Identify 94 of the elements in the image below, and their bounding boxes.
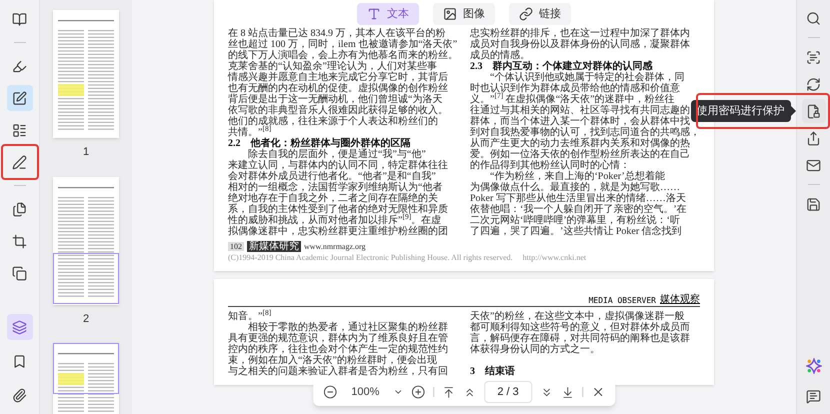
feedback-icon[interactable] [806,388,821,404]
text-line: 的线下万人演唱会，会上亦有为他慕名而来的粉丝。 [228,50,458,61]
text-line: 也有无酬的内在动机的促使。虚拟偶像的创作粉丝 [228,83,449,94]
text-line: 都可顺利得知这些符号的意义，但对群体外成员而 [470,322,691,333]
text-line: 了四遍，哭了四遍。’这些共情让 Poker 信念找到 [470,226,683,237]
text-line: 成员的情感。 [470,50,530,61]
text-line: 往通过与其相关的网站、社区等寻找有共同志趣的 [470,105,691,116]
section-heading: 2.3 群内互动：个体建立对群体的认同感 [470,61,654,72]
text-line: “个体认识到他或她属于特定的社会群体，同 [490,72,686,83]
text-line: 他们的成就感，往往来源于个人表达和粉丝们的 [228,116,439,127]
zoom-in-icon[interactable] [411,385,426,399]
text-line: 言，解码便存在障碍，对共同符码的阐释也是该群 [470,333,691,344]
mode-tab[interactable]: 链接 [509,3,571,25]
last-page-icon[interactable] [560,386,574,398]
tooltip-pointer [790,106,796,116]
text-line: 天依”的粉丝，在这些文本中，虚拟偶像迷群一般 [470,311,686,322]
mode-tab[interactable]: 文本 [357,3,419,25]
text-line: 控内的秩序，往往也会对个体产生一定的规范性约 [228,344,449,355]
share-icon[interactable] [806,130,821,146]
zoom-level[interactable]: 100% [345,384,386,400]
text-line: 知音。”$^{[8]}$ [228,311,272,322]
text-line: 依写歌的非典型音乐人很难因此获得足够的收入。 [228,105,449,116]
text-icon [367,7,381,21]
section-heading: 2.2 他者化：粉丝群体与圈外群体的区隔 [228,138,412,149]
first-page-icon[interactable] [442,386,456,398]
stacked-pages-icon [12,266,27,280]
text-line: 除去自我的层面外，便是通过“我”与“他” [248,149,427,160]
highlighter-icon [12,58,27,74]
text-line: 系，自我的主体性受到了他者的绝对无限性和异质 [228,204,449,215]
text-line: 会对群体外成员进行他者化。“他者”是和“自我” [228,171,436,182]
text-line: 成员对自我身份以及群体身份的认同感，凝聚群体 [470,39,691,50]
section-heading: 3 结束语 [470,366,516,377]
pages-icon [12,202,27,216]
text-line: 克莱舍基的“认知盈余”理论认为，人们对某些事 [228,61,437,72]
journal-name: 新媒体研究 [247,241,301,252]
layers-tool[interactable] [6,314,32,340]
text-line: 共情。”$^{[8]}$ [228,127,272,138]
journal-website: www.nmrmagz.org [304,242,366,251]
text-line: 体获得身份认同的方式之一。 [470,344,601,355]
book-icon [12,12,27,26]
locked-file-icon [806,104,821,118]
copyright-notice: (C)1994-2019 China Academic Journal Electronic Publishing House. All rights reserved. [228,252,513,263]
mail-icon[interactable] [806,158,821,172]
page-thumbnail[interactable] [53,10,119,138]
text-line: 忠实粉丝群的排斥，也在这一过程中加深了群体内 [470,28,691,39]
text-line: 性的威胁和挑战，从而对他者加以排斥”$^{[9]}$。在虚 [228,215,442,226]
text-line: 义。”$^{[7]}$ 在虚拟偶像“洛天依”的迷群中，粉丝往 [470,94,675,105]
journal-section-label: 媒体观察 [660,294,700,305]
ai-assistant-icon[interactable] [806,358,822,374]
text-line: 情感兴趣并愿意自主地来完成它分享它时，其背后 [228,72,449,83]
text-line: 为偶像做点什么。最直接的，就是为她写歌…… [470,182,681,193]
text-line: 束，例如在加入“洛天依”的粉丝群时，便会出现 [228,355,438,366]
text-line: 来建立认同，与群体内的认同不同，特定群体往往 [228,160,449,171]
page-number: 2 [82,312,90,326]
text-line: 依替他唱：‘我一个人躲自闭开了亲密的空气。’在 [470,204,688,215]
save-icon[interactable] [806,196,821,212]
text-line: 从而产生更大的动力去维系群内关系和对偶像的热 [470,138,691,149]
edit-tool[interactable] [6,85,32,111]
text-line: Poker 写下那些从他生活里冒出来的情绪……洛天 [470,193,687,204]
text-line: 背后便是出于这一无酬动机，他们曾坦诚“为洛天 [228,94,444,105]
text-line: 爱。例如一位洛天依的创作型粉丝所表达的在自己 [470,149,691,160]
crop-icon [12,234,27,248]
page-thumbnail[interactable] [53,176,119,304]
convert-icon[interactable] [806,76,821,92]
text-line: 丝也超过 100 万，同时，ilem 也被邀请参加“洛天依” [228,39,458,50]
text-line: 绝对地存在于自我之外，二者之间存在隔绝的关 [228,193,438,204]
text-line: 相较于零散的热爱者，通过社区聚集的粉丝群 [247,322,449,333]
text-line: 时也认识到作为群体成员带给他的情感和价值意 [470,83,681,94]
mode-tab[interactable]: 图像 [433,3,495,25]
pen-icon [12,154,27,170]
bookmark-icon [12,354,27,368]
text-line: 具有更强的规范意识，群体内为了维系良好且在管 [228,333,449,344]
text-line: 的作品得到其他粉丝认同时的心情： [470,160,630,171]
search-icon[interactable] [806,10,821,26]
layers-icon [12,320,27,334]
page-number: 102 [228,242,244,251]
zoom-out-icon[interactable] [323,385,338,399]
form-icon [12,122,27,138]
text-line: 相对的一组概念，法国哲学家列维纳斯认为“他者 [228,182,444,193]
journal-section-label: MEDIA OBSERVER [588,296,656,305]
text-line: “作为粉丝，来自上海的‘Poker’总想着能 [489,171,666,182]
paperclip-icon [12,388,27,402]
text-line: 在 8 站点击量已达 834.9 万，其本人在该平台的粉 [228,28,446,39]
text-line: 与之相关的问题来验证入群者是否为粉丝，只有回 [228,366,449,377]
page-number: 1 [82,145,90,160]
page-field[interactable]: 2 / 3 [484,381,532,403]
text-line: 群体，而当个体进入某一个群体时，会从群体中找 [470,116,691,127]
text-line: 二次元网站‘哔哩哔哩’的弹幕里，有粉丝说：‘听 [470,215,681,226]
text-line: 拟偶像迷群中，忠实粉丝群更注重维护粉丝圈的团 [228,226,449,237]
scan-text-icon[interactable] [806,50,821,64]
link-icon [519,7,533,21]
image-icon [443,7,457,21]
edit-icon [12,90,27,106]
text-line: 到对自我热爱事物的认可，找到志同道合的共鸣感， [470,127,700,138]
